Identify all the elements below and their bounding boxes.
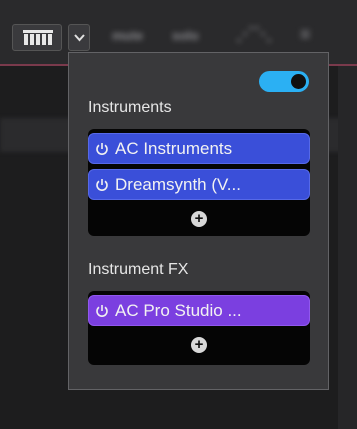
instrument-fx-slot: AC Pro Studio ... + <box>88 291 310 365</box>
plugin-name: Dreamsynth (V... <box>115 174 241 194</box>
plugin-name: AC Pro Studio ... <box>115 300 242 320</box>
toggle-knob <box>291 74 306 89</box>
piano-keys-icon <box>23 30 53 45</box>
plus-icon: + <box>194 210 204 227</box>
chevron-down-icon <box>74 34 85 42</box>
power-icon[interactable] <box>89 304 115 318</box>
instrument-rack-dropdown[interactable] <box>68 24 90 51</box>
add-instrument-button[interactable]: + <box>191 211 207 227</box>
mute-button[interactable]: mute <box>112 28 143 43</box>
plus-icon: + <box>194 336 204 353</box>
plugin-name: AC Instruments <box>115 138 233 158</box>
instrument-fx-title: Instrument FX <box>88 261 189 278</box>
plugin-ac-pro-studio[interactable]: AC Pro Studio ... <box>88 295 310 326</box>
automation-icon[interactable]: ⋰⋱ <box>236 24 272 45</box>
instrument-rack-button[interactable] <box>12 24 62 51</box>
instruments-title: Instruments <box>88 99 172 116</box>
power-icon[interactable] <box>89 178 115 192</box>
instruments-slot: AC Instruments Dreamsynth (V... + <box>88 129 310 236</box>
add-fx-button[interactable]: + <box>191 337 207 353</box>
instrument-rack-popup: Instruments AC Instruments Dreamsynth (V… <box>68 52 329 390</box>
solo-button[interactable]: solo <box>172 28 199 43</box>
rack-enable-toggle[interactable] <box>259 71 309 92</box>
track-options-icon[interactable]: ≡ <box>300 24 311 45</box>
plugin-ac-instruments[interactable]: AC Instruments <box>88 133 310 164</box>
power-icon[interactable] <box>89 142 115 156</box>
plugin-dreamsynth[interactable]: Dreamsynth (V... <box>88 169 310 200</box>
side-panel <box>338 66 357 429</box>
